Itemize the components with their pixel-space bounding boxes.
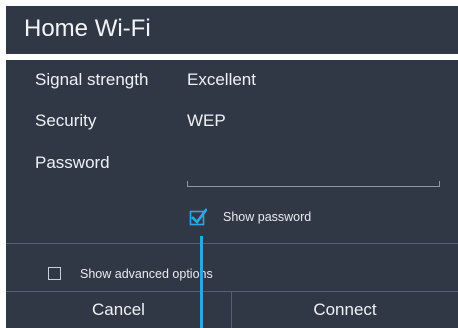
signal-strength-value: Excellent [187, 70, 256, 89]
password-field[interactable] [187, 181, 440, 187]
advanced-options-label[interactable]: Show advanced options [80, 267, 213, 281]
show-password-label[interactable]: Show password [223, 210, 311, 224]
dialog-title-bar: Home Wi-Fi [6, 6, 458, 54]
dialog-body: Signal strength Excellent Security WEP P… [6, 60, 458, 328]
show-password-checkbox[interactable] [189, 208, 208, 226]
security-label: Security [35, 111, 97, 130]
security-value: WEP [187, 111, 226, 130]
password-label: Password [35, 153, 110, 172]
dialog-title: Home Wi-Fi [24, 15, 151, 42]
signal-strength-label: Signal strength [35, 70, 149, 89]
advanced-options-checkbox[interactable] [48, 267, 61, 280]
section-divider [6, 243, 458, 244]
connect-button[interactable]: Connect [232, 292, 458, 328]
text-cursor-handle [200, 236, 203, 328]
cancel-button[interactable]: Cancel [6, 292, 231, 328]
checkbox-checked-icon [189, 208, 208, 226]
wifi-dialog: Home Wi-Fi Signal strength Excellent Sec… [6, 6, 458, 328]
